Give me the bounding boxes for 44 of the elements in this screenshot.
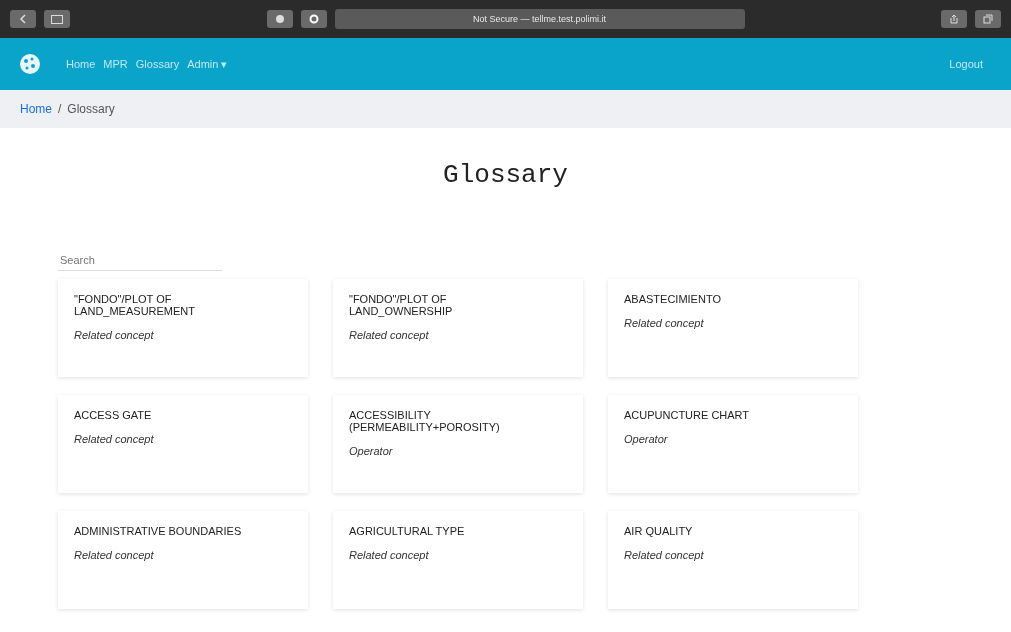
term-title: AIR QUALITY — [624, 525, 694, 537]
glossary-card[interactable]: ACCESS GATE Related concept — [58, 395, 308, 493]
term-title: ACCESS GATE — [74, 409, 153, 421]
address-bar[interactable]: Not Secure — tellme.test.polimi.it — [334, 9, 745, 29]
share-button[interactable] — [941, 10, 967, 28]
term-title: "FONDO"/PLOT OF LAND_MEASUREMENT — [74, 293, 197, 317]
glossary-card[interactable]: AGRICULTURAL TYPE Related concept — [333, 511, 583, 609]
back-button[interactable] — [10, 10, 36, 28]
glossary-card[interactable]: AIR QUALITY Related concept — [608, 511, 858, 609]
glossary-card[interactable]: "FONDO"/PLOT OF LAND_OWNERSHIP Related concept — [333, 279, 583, 377]
glossary-card[interactable]: "FONDO"/PLOT OF LAND_MEASUREMENT Related concept — [58, 279, 308, 377]
term-type: Related concept — [74, 329, 155, 341]
glossary-card[interactable]: ACUPUNCTURE CHART Operator — [608, 395, 858, 493]
term-type: Related concept — [349, 549, 430, 561]
glossary-card[interactable]: ADMINISTRATIVE BOUNDARIES Related concept — [58, 511, 308, 609]
term-title: ADMINISTRATIVE BOUNDARIES — [74, 525, 243, 537]
term-title: AGRICULTURAL TYPE — [349, 525, 466, 537]
term-title: ACUPUNCTURE CHART — [624, 409, 751, 421]
breadcrumb-current: Glossary — [67, 102, 115, 116]
chevron-left-icon — [19, 14, 27, 24]
logo-icon — [18, 52, 42, 76]
term-type: Operator — [624, 433, 669, 445]
term-type: Operator — [349, 445, 394, 457]
glossary-card[interactable]: ACCESSIBILITY (PERMEABILITY+POROSITY) Operator — [333, 395, 583, 493]
breadcrumb-link[interactable]: Home — [20, 102, 52, 116]
page-title: Glossary — [442, 160, 569, 190]
glossary-card[interactable]: ABASTECIMIENTO Related concept — [608, 279, 858, 377]
tabs-button[interactable] — [975, 10, 1001, 28]
term-type: Related concept — [74, 433, 155, 445]
term-title: ACCESSIBILITY (PERMEABILITY+POROSITY) — [349, 409, 501, 433]
sidebar-icon — [51, 14, 63, 24]
ring-icon — [308, 14, 319, 24]
term-title: "FONDO"/PLOT OF LAND_OWNERSHIP — [349, 293, 454, 317]
tabs-icon — [983, 14, 993, 24]
term-type: Related concept — [624, 549, 705, 561]
term-title: ABASTECIMIENTO — [624, 293, 722, 305]
extension-button[interactable] — [300, 10, 327, 28]
extension-button[interactable] — [266, 10, 293, 28]
term-type: Related concept — [624, 317, 705, 329]
share-icon — [949, 14, 959, 24]
breadcrumb-separator: / — [58, 102, 62, 116]
term-type: Related concept — [349, 329, 430, 341]
sidebar-button[interactable] — [44, 10, 70, 28]
term-type: Related concept — [74, 549, 155, 561]
